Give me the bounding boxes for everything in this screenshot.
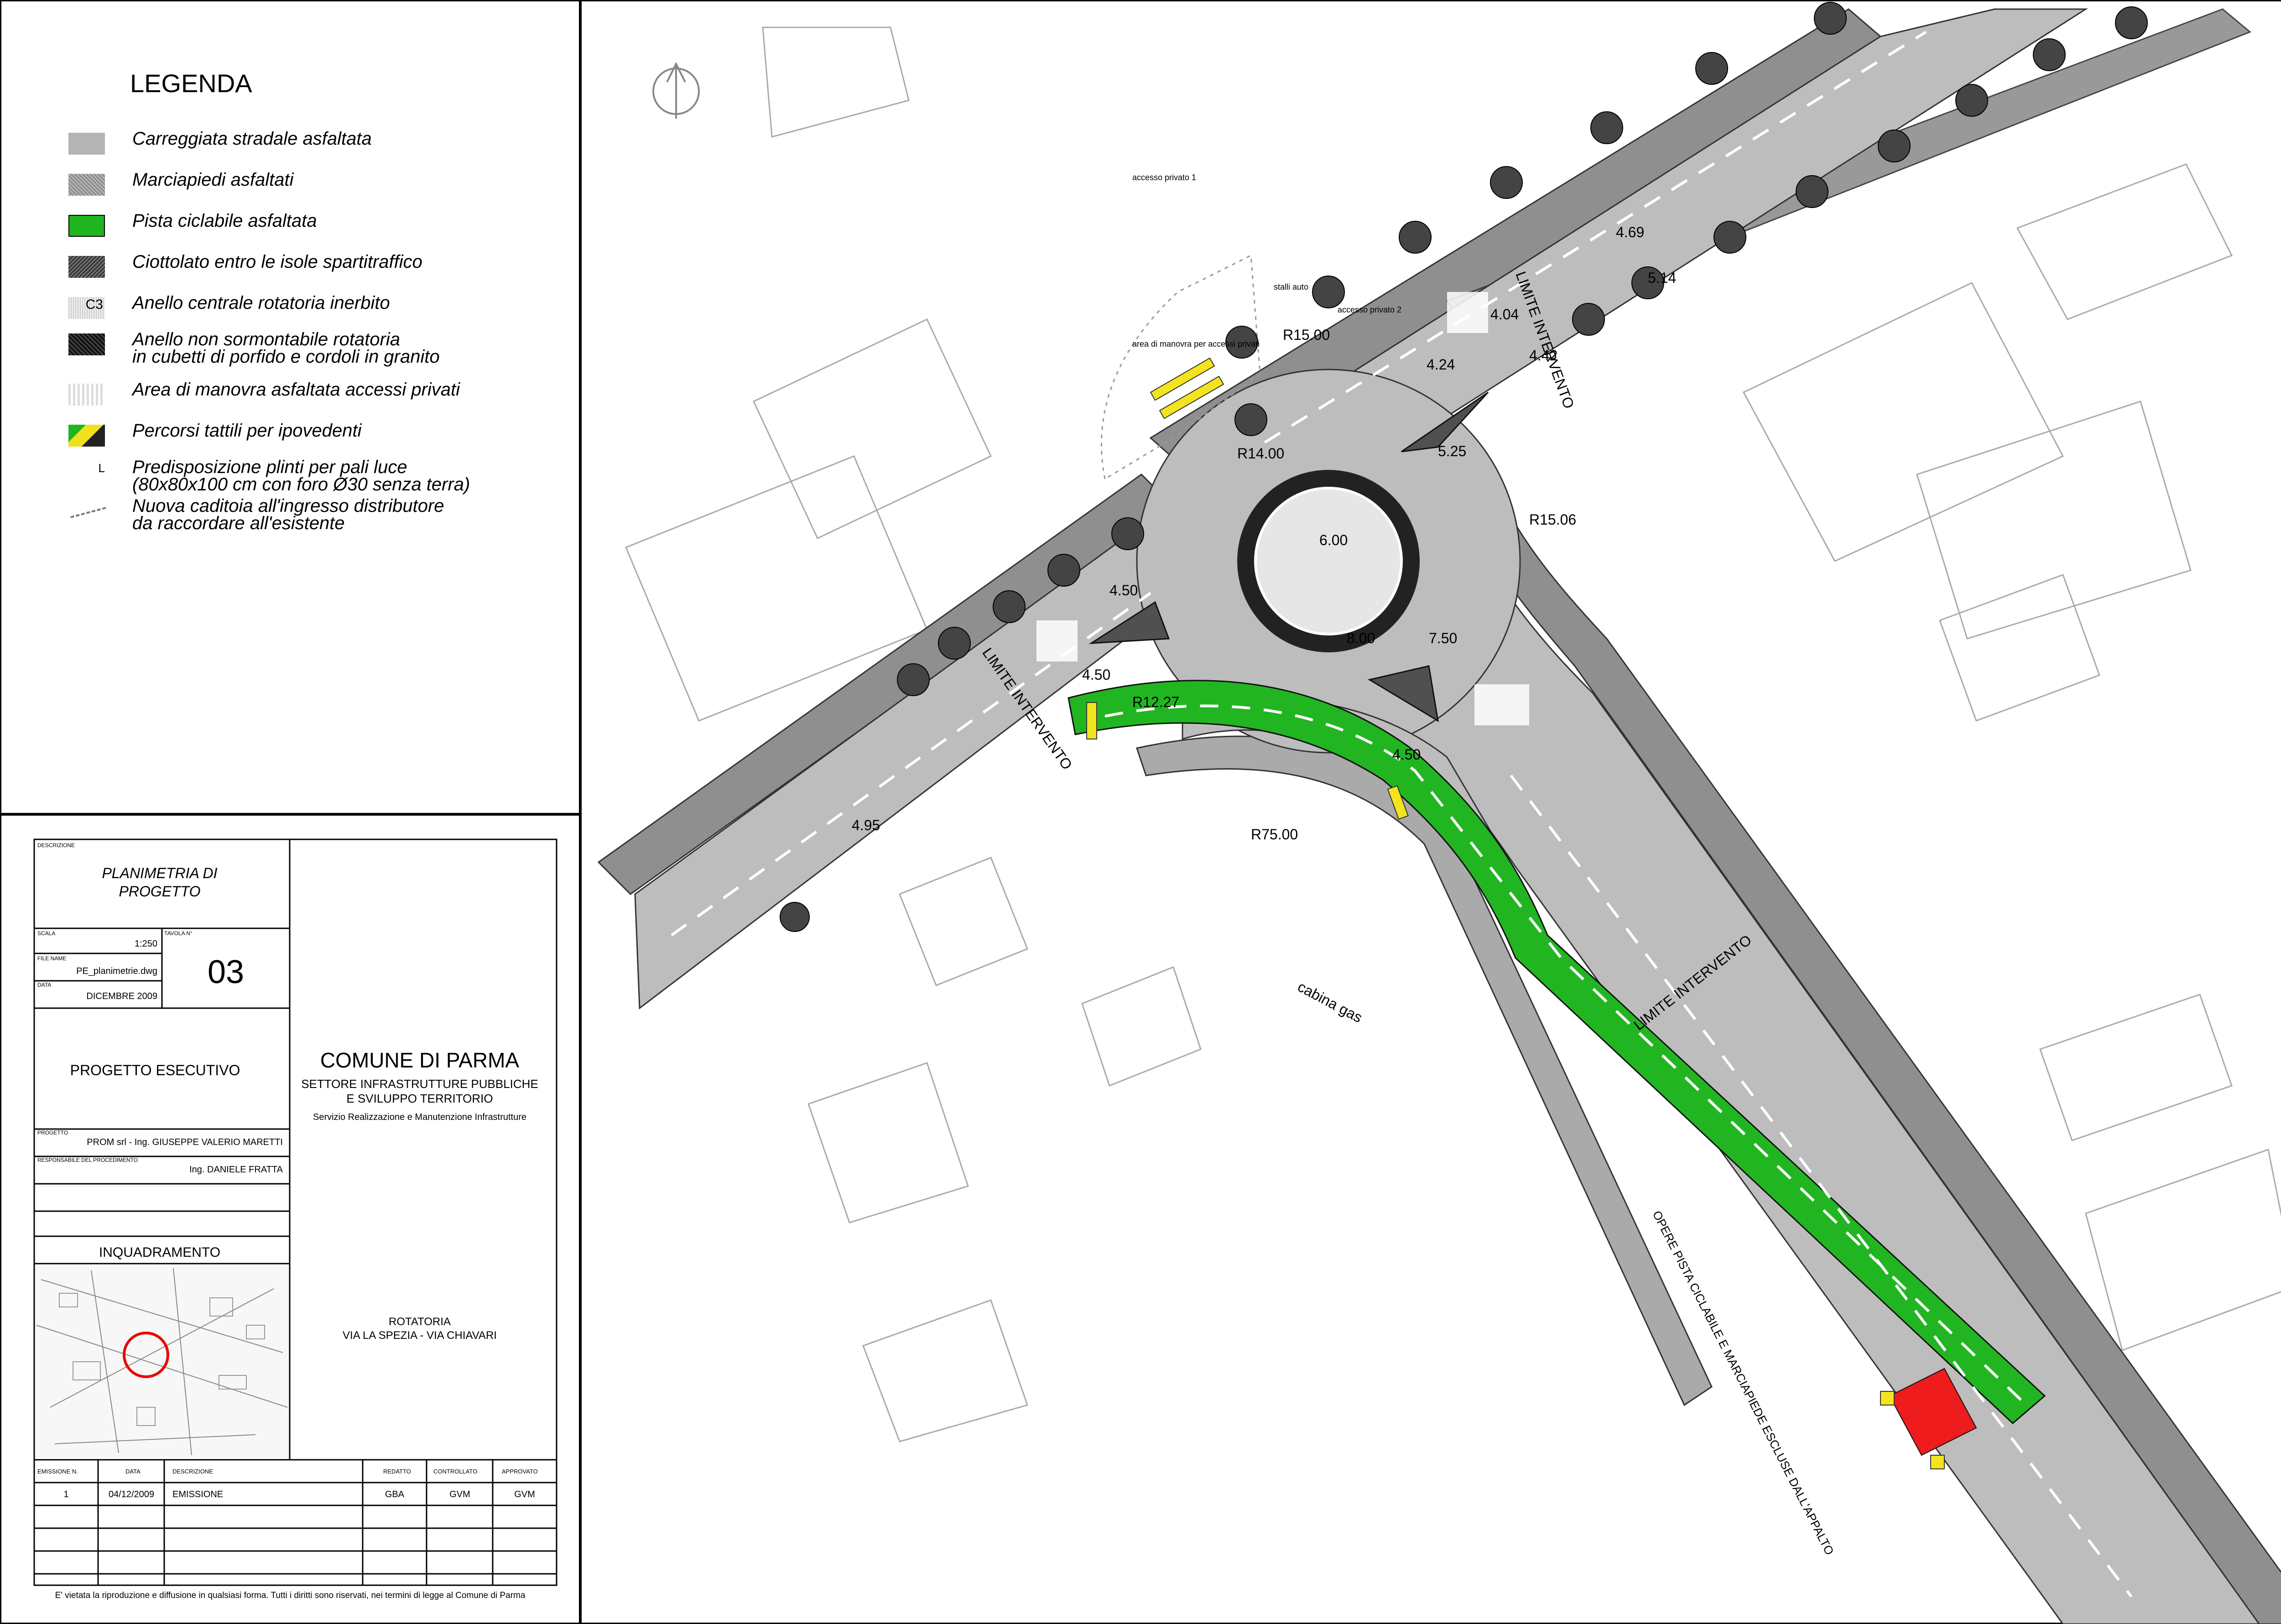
resp-value: Ing. DANIELE FRATTA [189, 1165, 283, 1175]
data-label: DATA [37, 982, 51, 988]
rev-cell: EMISSIONE [172, 1489, 223, 1499]
location-map [36, 1266, 288, 1457]
data-value: DICEMBRE 2009 [86, 991, 157, 1001]
rev-cell: 04/12/2009 [109, 1489, 154, 1499]
rotatoria-line1: ROTATORIA [389, 1316, 451, 1328]
dim-text: 4.24 [1427, 356, 1455, 373]
legend-label: Pista ciclabile asfaltata [132, 211, 317, 231]
settore-line2: E SVILUPPO TERRITORIO [346, 1092, 493, 1105]
desc-line1: PLANIMETRIA DI [102, 865, 217, 881]
resp-label: RESPONSABILE DEL PROCEDIMENTO [37, 1157, 138, 1163]
file-label: FILE NAME [37, 955, 66, 962]
dim-text: 4.50 [1082, 666, 1110, 683]
dim-text: R15.00 [1283, 327, 1330, 343]
desc-line2: PROGETTO [119, 883, 201, 900]
rev-cell: GVM [514, 1489, 535, 1499]
legend-frame [0, 0, 580, 814]
inquadramento-title: INQUADRAMENTO [99, 1245, 220, 1260]
rev-header: CONTROLLATO [433, 1468, 477, 1475]
titleblock: DESCRIZIONE SCALA TAVOLA N° FILE NAME DA… [33, 838, 557, 1600]
rev-cell: 1 [63, 1489, 68, 1499]
label-cabina: cabina gas [1295, 978, 1365, 1025]
dim-text: 4.04 [1490, 306, 1519, 323]
tavola-value: 03 [208, 954, 244, 990]
copyright-footer: E' vietata la riproduzione e diffusione … [55, 1591, 526, 1600]
rev-cell: GBA [385, 1489, 405, 1499]
legend-label: Ciottolato entro le isole spartitraffico [132, 252, 422, 272]
scala-label: SCALA [37, 930, 55, 937]
dim-text: 4.69 [1616, 224, 1644, 240]
rotatoria-line2: VIA LA SPEZIA - VIA CHIAVARI [343, 1329, 497, 1342]
cobble-swatch [68, 256, 105, 278]
progetto-value: PROM srl - Ing. GIUSEPPE VALERIO MARETTI [87, 1137, 283, 1147]
legend-label: Anello centrale rotatoria inerbito [132, 293, 390, 313]
label-accesso2: accesso privato 2 [1338, 305, 1401, 314]
file-value: PE_planimetrie.dwg [76, 966, 157, 976]
grass-swatch: C3 [68, 297, 105, 319]
project-type: PROGETTO ESECUTIVO [70, 1062, 240, 1078]
dim-text: 8.00 [1347, 630, 1375, 646]
legend-title: LEGENDA [130, 69, 252, 98]
rev-cell: GVM [449, 1489, 470, 1499]
settore-line1: SETTORE INFRASTRUTTURE PUBBLICHE [301, 1077, 538, 1091]
dim-text: 4.95 [852, 817, 880, 833]
rev-header: REDATTO [383, 1468, 411, 1475]
label-stalli: stalli auto [1274, 282, 1308, 291]
north-arrow-icon [652, 62, 700, 119]
dim-text: 7.50 [1429, 630, 1457, 646]
dim-text: 4.50 [1109, 582, 1138, 599]
comune-title: COMUNE DI PARMA [320, 1048, 519, 1072]
dim-text: R75.00 [1251, 826, 1298, 843]
roundabout-grass [1254, 487, 1403, 635]
road-swatch [68, 133, 105, 155]
dim-text: R15.06 [1529, 511, 1576, 528]
rev-header: DESCRIZIONE [172, 1468, 213, 1475]
rev-header: DATA [125, 1468, 141, 1475]
plinto-icon: L [98, 461, 105, 475]
sidewalk-swatch [68, 174, 105, 196]
legend-label: Marciapiedi asfaltati [132, 170, 294, 190]
dim-text: R12.27 [1132, 694, 1179, 710]
desc-label: DESCRIZIONE [37, 842, 75, 848]
legend-label: Percorsi tattili per ipovedenti [132, 421, 362, 441]
rev-header: EMISSIONE N. [37, 1468, 78, 1475]
manovra-swatch [68, 384, 105, 406]
dim-text: R14.00 [1237, 445, 1284, 462]
tactile-swatch [68, 425, 105, 447]
porfido-swatch [68, 333, 105, 355]
label-accesso1: accesso privato 1 [1132, 173, 1196, 182]
legend-label: Nuova caditoia all'ingresso distributore… [132, 496, 444, 533]
dim-text: 5.25 [1438, 443, 1466, 459]
label-area-manovra: area di manovra per accessi privati [1132, 339, 1260, 349]
dim-text: 5.14 [1648, 270, 1676, 286]
bike-swatch [68, 215, 105, 237]
dim-text: 4.50 [1392, 746, 1421, 763]
legend-label: Anello non sormontabile rotatoria in cub… [132, 329, 440, 367]
dim-text: 6.00 [1319, 532, 1348, 548]
legend-label: Area di manovra asfaltata accessi privat… [132, 380, 460, 400]
scala-value: 1:250 [135, 939, 157, 949]
legend-label: Predisposizione plinti per pali luce (80… [132, 457, 470, 494]
tavola-label: TAVOLA N° [164, 930, 193, 937]
legend-label: Carreggiata stradale asfaltata [132, 129, 372, 149]
servizio: Servizio Realizzazione e Manutenzione In… [313, 1112, 526, 1122]
rev-header: APPROVATO [502, 1468, 538, 1475]
progetto-label: PROGETTO [37, 1130, 68, 1136]
site-plan: 4.69 5.14 4.04 4.42 4.24 5.25 R15.00 R14… [597, 2, 2281, 1624]
